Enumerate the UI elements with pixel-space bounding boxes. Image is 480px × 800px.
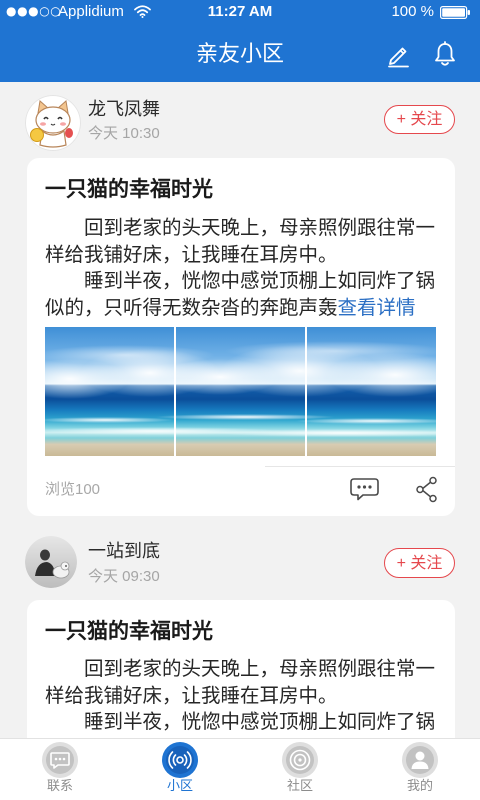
post-paragraph: 睡到半夜，恍惚中感觉顶棚上如同炸了锅 xyxy=(84,711,436,733)
tab-label: 联系 xyxy=(46,778,73,793)
author-avatar[interactable] xyxy=(25,536,77,588)
post-title: 一只猫的幸福时光 xyxy=(45,178,213,201)
author-name: 龙飞凤舞 xyxy=(88,99,160,119)
photo-avatar-image xyxy=(25,536,77,588)
battery-percent: 100 % xyxy=(391,3,434,20)
author-avatar[interactable] xyxy=(25,95,81,151)
follow-button[interactable]: + 关注 xyxy=(384,105,455,134)
read-more-link[interactable]: 查看详情 xyxy=(338,297,416,319)
divider xyxy=(265,466,455,467)
notifications-button[interactable] xyxy=(430,39,460,69)
post-photos xyxy=(45,327,436,456)
tab-label: 我的 xyxy=(406,778,433,793)
post-paragraph: 回到老家的头天晚上，母亲照例跟往常一样给我铺好床，让我睡在耳房中。 xyxy=(45,658,436,707)
author-name: 一站到底 xyxy=(88,541,160,561)
rings-icon xyxy=(282,742,318,778)
post-title: 一只猫的幸福时光 xyxy=(45,620,213,643)
post-time: 今天 09:30 xyxy=(88,568,160,585)
tab-community[interactable]: 社区 xyxy=(240,739,360,800)
tab-profile[interactable]: 我的 xyxy=(360,739,480,800)
post-photo[interactable] xyxy=(176,327,305,456)
post-time: 今天 10:30 xyxy=(88,125,160,142)
post-body: 回到老家的头天晚上，母亲照例跟往常一样给我铺好床，让我睡在耳房中。 睡到半夜，恍… xyxy=(45,656,443,736)
share-button[interactable] xyxy=(415,476,438,503)
view-count: 浏览100 xyxy=(45,481,101,498)
cat-avatar-image xyxy=(25,95,81,151)
community-icon xyxy=(162,742,198,778)
tab-label: 社区 xyxy=(286,778,313,793)
post-card[interactable]: 一只猫的幸福时光 回到老家的头天晚上，母亲照例跟往常一样给我铺好床，让我睡在耳房… xyxy=(27,158,455,516)
follow-button[interactable]: + 关注 xyxy=(384,548,455,578)
compose-button[interactable] xyxy=(383,39,413,69)
status-bar: ●●●○○ Applidium 11:27 AM 100 % xyxy=(0,0,480,24)
bell-icon xyxy=(435,41,455,66)
post-paragraph: 睡到半夜，恍惚中感觉顶棚上如同炸了锅似的，只听得无数杂沓的奔跑声轰查看详情 xyxy=(45,268,443,321)
person-icon xyxy=(402,742,438,778)
tab-contacts[interactable]: 联系 xyxy=(0,739,120,800)
post-photo[interactable] xyxy=(307,327,436,456)
status-time: 11:27 AM xyxy=(207,3,273,20)
comment-icon xyxy=(350,478,379,501)
post-paragraph: 回到老家的头天晚上，母亲照例跟往常一样给我铺好床，让我睡在耳房中。 xyxy=(45,217,436,266)
pencil-icon xyxy=(388,47,409,68)
post-body: 回到老家的头天晚上，母亲照例跟往常一样给我铺好床，让我睡在耳房中。 睡到半夜，恍… xyxy=(45,215,443,321)
share-icon xyxy=(416,476,437,503)
battery-icon xyxy=(440,6,470,19)
tab-bar: 联系 小区 社区 我的 xyxy=(0,738,480,800)
app-header: ●●●○○ Applidium 11:27 AM 100 % 亲友小区 xyxy=(0,0,480,82)
carrier-name: Applidium xyxy=(58,3,124,20)
signal-strength: ●●●○○ xyxy=(6,4,62,18)
comment-button[interactable] xyxy=(349,477,380,502)
page-title: 亲友小区 xyxy=(195,41,284,66)
post-photo[interactable] xyxy=(45,327,174,456)
chat-icon xyxy=(42,742,78,778)
tab-label: 小区 xyxy=(166,778,193,793)
tab-neighborhood[interactable]: 小区 xyxy=(120,739,240,800)
